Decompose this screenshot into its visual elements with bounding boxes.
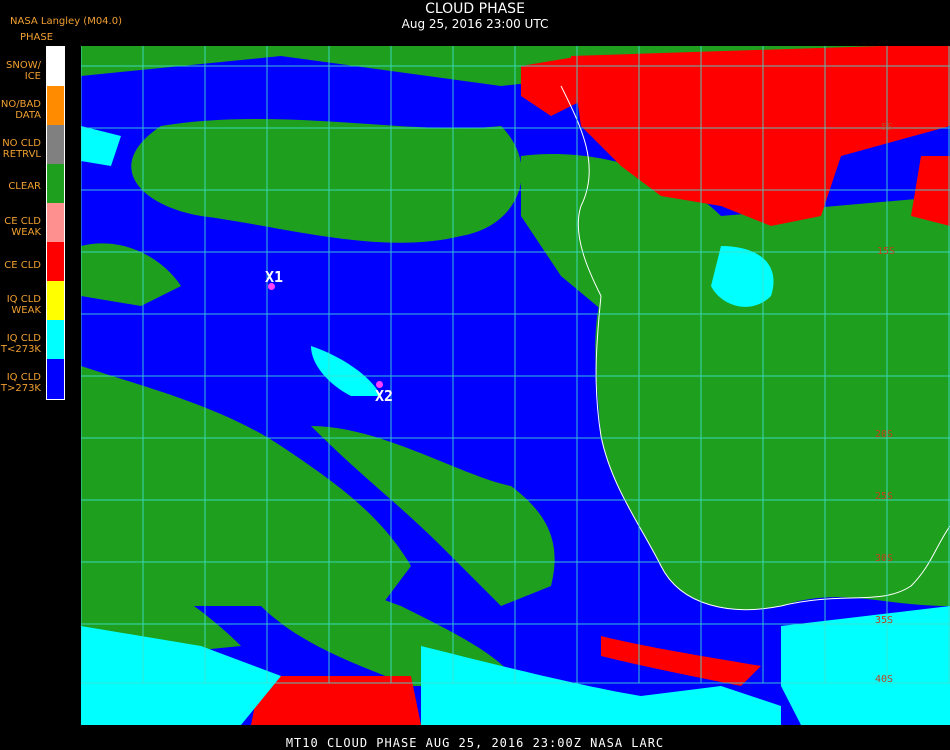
lat-label-30s: 30S (875, 553, 894, 564)
cloud-phase-map: X1 X2 5S 15S 20S 25S 30S 35S 40S (81, 46, 950, 725)
lat-label-15s: 15S (877, 246, 896, 257)
legend-swatch-liq-cld-cold (47, 320, 64, 359)
legend-swatch-liq-cld-warm (47, 359, 64, 399)
provider-label: NASA Langley (M04.0) (10, 16, 122, 27)
legend-swatch-liq-cld-weak (47, 281, 64, 320)
legend-label-liq-cld-weak: IQ CLD WEAK (6, 294, 41, 316)
legend-label-snow-ice: SNOW/ICE (6, 60, 41, 82)
lat-label-5s: 5S (881, 122, 894, 133)
legend-label-liq-cld-cold: IQ CLD T<273K (0, 333, 41, 355)
legend-label-liq-cld-warm: IQ CLD T>273K (0, 372, 41, 394)
lat-label-40s: 40S (875, 674, 894, 685)
legend-swatch-no-bad-data (47, 86, 64, 125)
legend-swatch-snow-ice (47, 47, 64, 86)
footer-caption: MT10 CLOUD PHASE AUG 25, 2016 23:00Z NAS… (285, 736, 665, 750)
legend-label-no-cld-retrvl: NO CLD RETRVL (2, 138, 41, 160)
lat-label-25s: 25S (875, 491, 894, 502)
legend-colorbar (46, 46, 65, 400)
legend-swatch-ice-cld-weak (47, 203, 64, 242)
image-title: CLOUD PHASE (425, 1, 525, 17)
marker-x1-label: X1 (265, 268, 284, 286)
legend-swatch-clear (47, 164, 64, 203)
marker-x2-label: X2 (375, 387, 394, 405)
legend-label-no-bad-data: NO/BAD DATA (0, 99, 41, 121)
legend-swatch-ice-cld (47, 242, 64, 281)
legend-swatch-no-cld-retrvl (47, 125, 64, 164)
lat-label-35s: 35S (875, 615, 894, 626)
legend-label-ice-cld-weak: CE CLD WEAK (4, 216, 41, 238)
lat-label-20s: 20S (875, 429, 894, 440)
legend-label-ice-cld: CE CLD (4, 260, 41, 271)
map-image (81, 46, 950, 725)
image-timestamp: Aug 25, 2016 23:00 UTC (401, 17, 549, 31)
legend-heading: PHASE (20, 32, 54, 43)
legend-label-clear: CLEAR (8, 181, 41, 192)
